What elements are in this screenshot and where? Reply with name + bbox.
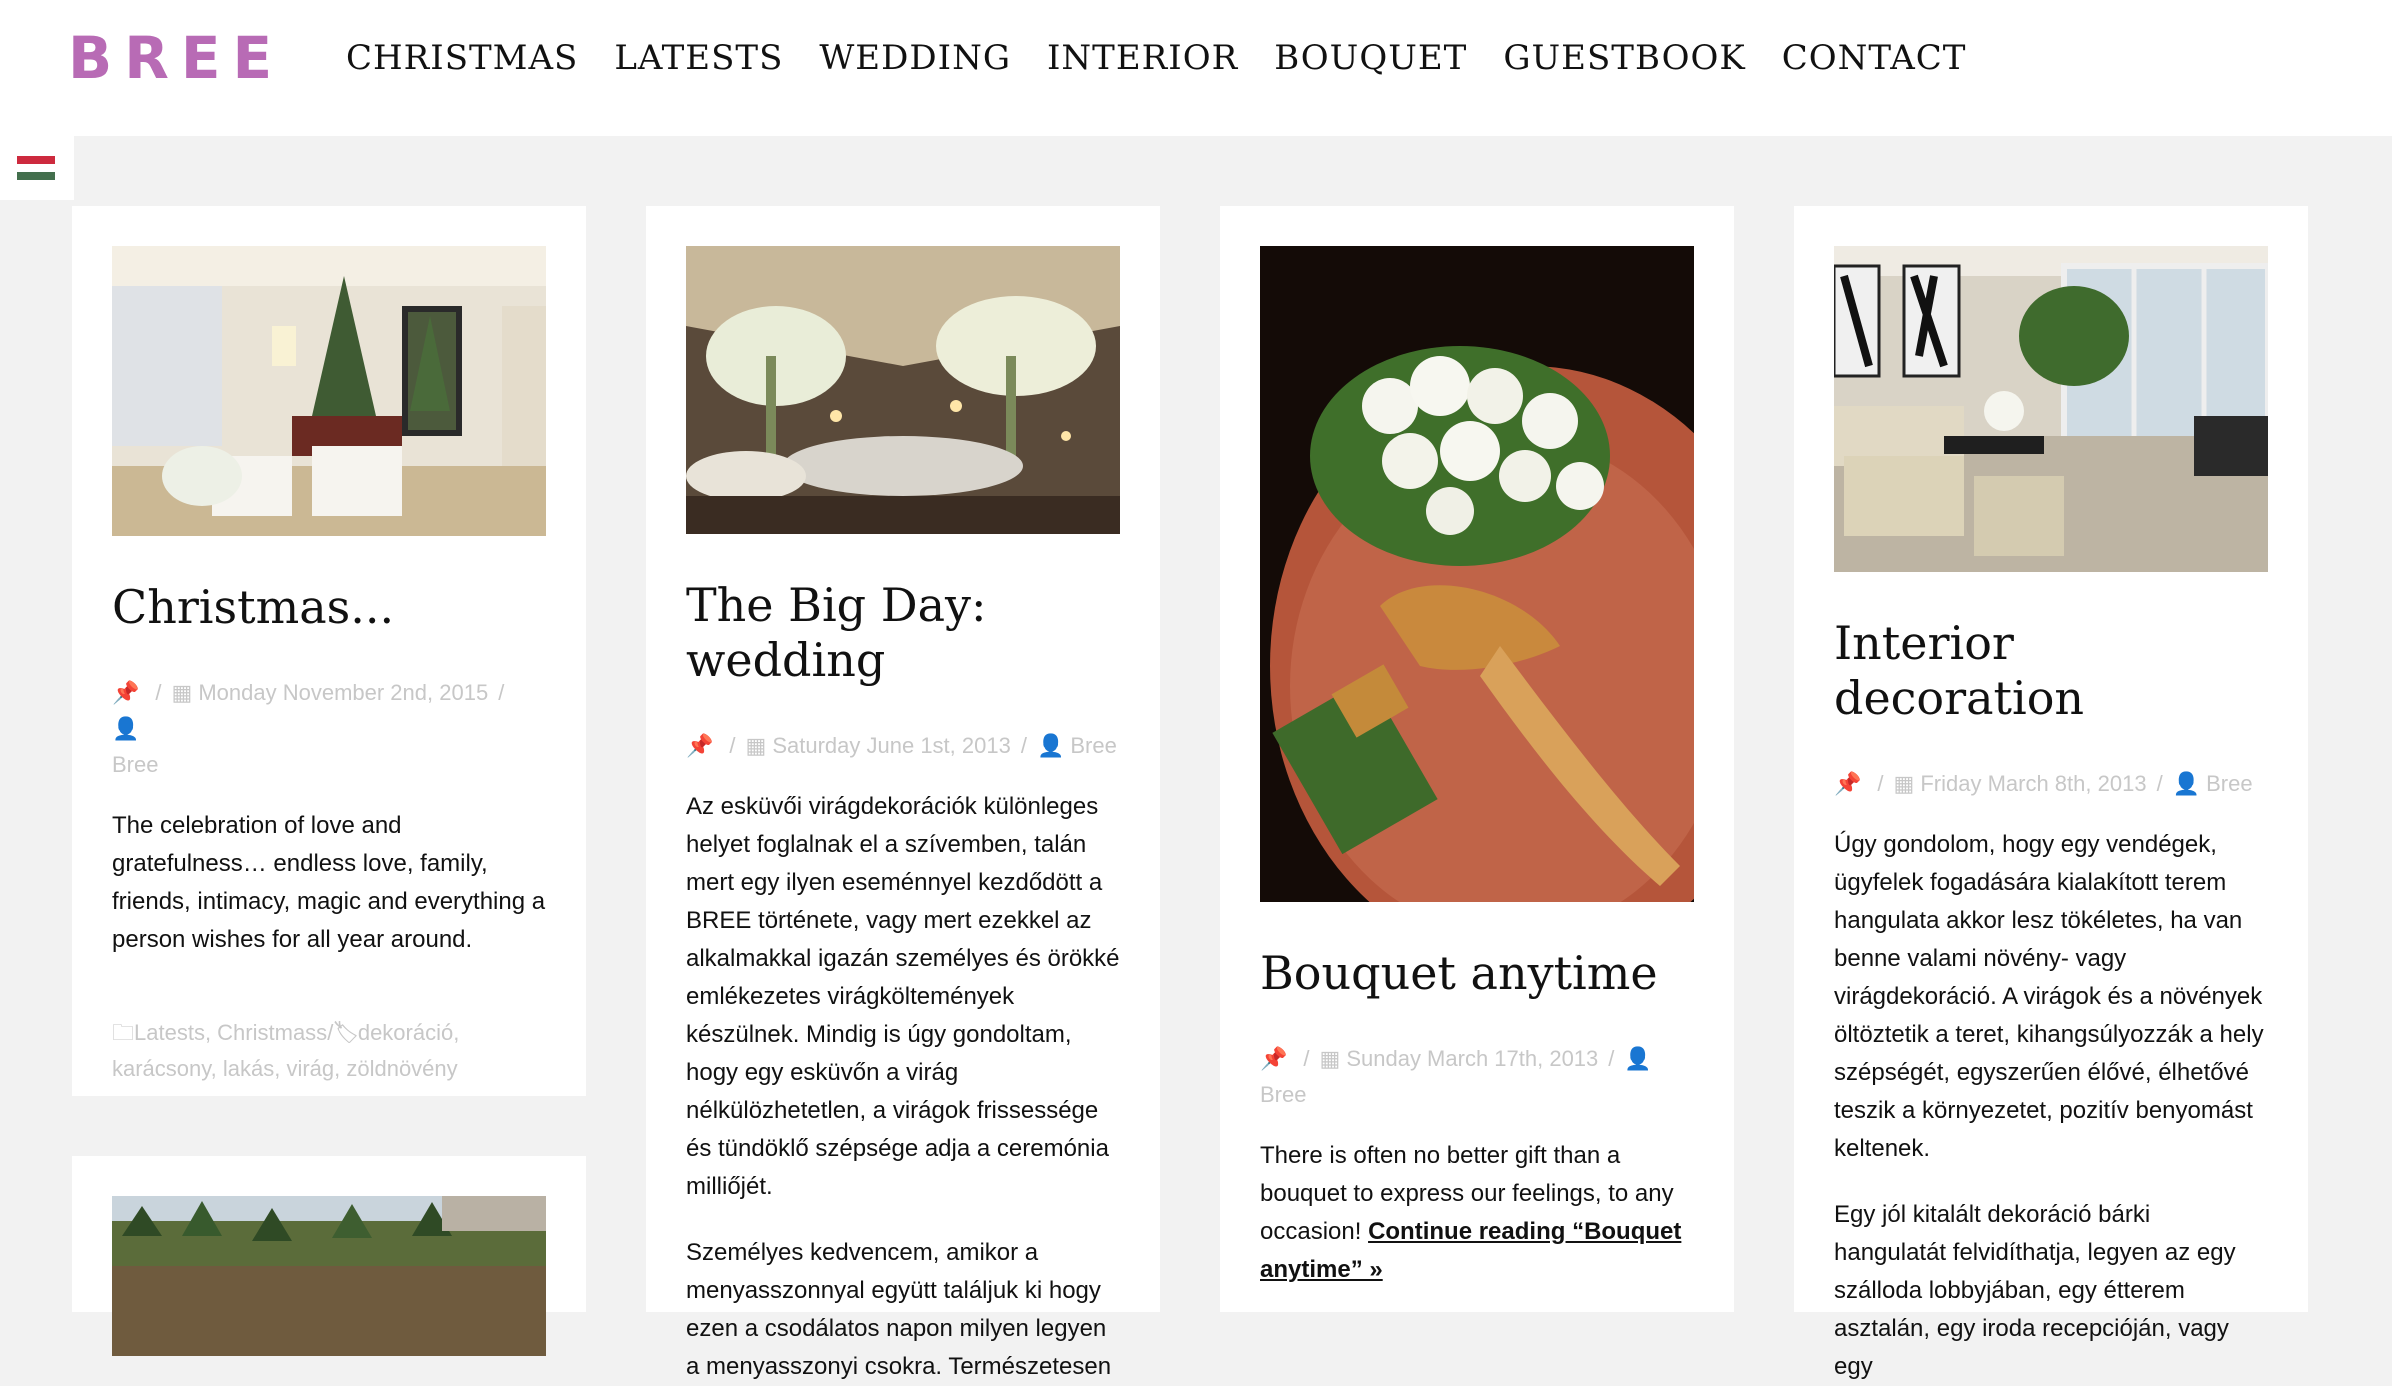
post-meta: 📌 / ▦ Saturday June 1st, 2013 / 👤 Bree: [686, 728, 1120, 764]
meta-separator: /: [729, 733, 736, 759]
nav-item-interior[interactable]: INTERIOR: [1047, 38, 1238, 78]
calendar-icon: ▦: [1319, 1046, 1341, 1072]
post-title[interactable]: Bouquet anytime: [1260, 946, 1694, 1001]
post-thumbnail-wedding[interactable]: [686, 246, 1120, 534]
hungarian-flag-icon[interactable]: [17, 156, 55, 180]
tags-icon: 🏷: [333, 1020, 358, 1046]
post-author[interactable]: Bree: [112, 752, 158, 777]
calendar-icon: ▦: [1893, 771, 1915, 797]
user-icon: 👤: [112, 716, 140, 742]
pin-icon: 📌: [112, 680, 140, 706]
pin-icon: 📌: [686, 733, 714, 759]
post-meta: 📌 / ▦ Sunday March 17th, 2013 / 👤 Bree: [1260, 1041, 1694, 1113]
user-icon: 👤: [1036, 733, 1065, 759]
post-card-garden: [72, 1156, 586, 1356]
meta-separator: /: [1877, 771, 1884, 797]
post-meta: 📌 / ▦ Monday November 2nd, 2015 / 👤 Bree: [112, 675, 546, 783]
language-switcher[interactable]: [0, 136, 74, 200]
post-thumbnail-bouquet[interactable]: [1260, 246, 1694, 902]
main-navigation: CHRISTMAS LATESTS WEDDING INTERIOR BOUQU…: [346, 38, 1966, 78]
meta-separator: /: [155, 680, 162, 706]
post-date[interactable]: Friday March 8th, 2013: [1920, 771, 2146, 796]
flag-stripe-red: [17, 156, 55, 164]
post-card-christmas: Christmas... 📌 / ▦ Monday November 2nd, 201…: [72, 206, 586, 1096]
post-author[interactable]: Bree: [2206, 771, 2252, 796]
post-categories[interactable]: Latests, Christmass: [134, 1020, 327, 1045]
post-author[interactable]: Bree: [1260, 1082, 1306, 1107]
excerpt-paragraph: Egy jól kitalált dekoráció bárki hangula…: [1834, 1201, 2236, 1381]
meta-separator: /: [1020, 733, 1027, 759]
calendar-icon: ▦: [171, 680, 193, 706]
post-title[interactable]: Christmas...: [112, 580, 546, 635]
post-thumbnail-interior[interactable]: [1834, 246, 2268, 572]
post-thumbnail-garden[interactable]: [112, 1196, 546, 1356]
excerpt-paragraph: Személyes kedvencem, amikor a menyasszon…: [686, 1239, 1112, 1381]
post-card-bouquet: Bouquet anytime 📌 / ▦ Sunday March 17th, 20…: [1220, 206, 1734, 1312]
post-thumbnail-christmas[interactable]: [112, 246, 546, 536]
excerpt-paragraph: Az esküvői virágdekorációk különleges he…: [686, 793, 1120, 1201]
post-excerpt: There is often no better gift than a bou…: [1260, 1137, 1694, 1289]
nav-item-contact[interactable]: CONTACT: [1782, 38, 1967, 78]
nav-item-latests[interactable]: LATESTS: [614, 38, 783, 78]
site-header: BREE CHRISTMAS LATESTS WEDDING INTERIOR …: [0, 0, 2392, 136]
post-meta: 📌 / ▦ Friday March 8th, 2013 / 👤 Bree: [1834, 766, 2268, 802]
nav-item-christmas[interactable]: CHRISTMAS: [346, 38, 578, 78]
post-title[interactable]: Interior decoration: [1834, 616, 2268, 726]
meta-separator: /: [1608, 1046, 1615, 1072]
post-excerpt: The celebration of love and gratefulness…: [112, 807, 546, 959]
meta-separator: /: [1303, 1046, 1310, 1072]
site-logo[interactable]: BREE: [68, 24, 284, 92]
flag-stripe-white: [17, 164, 55, 172]
pin-icon: 📌: [1834, 771, 1862, 797]
post-date[interactable]: Sunday March 17th, 2013: [1346, 1046, 1598, 1071]
flag-stripe-green: [17, 172, 55, 180]
excerpt-paragraph: Úgy gondolom, hogy egy vendégek, ügyfele…: [1834, 831, 2264, 1163]
calendar-icon: ▦: [745, 733, 767, 759]
post-excerpt: Úgy gondolom, hogy egy vendégek, ügyfele…: [1834, 826, 2268, 1386]
nav-item-guestbook[interactable]: GUESTBOOK: [1503, 38, 1745, 78]
nav-item-wedding[interactable]: WEDDING: [819, 38, 1011, 78]
excerpt-paragraph: The celebration of love and gratefulness…: [112, 812, 546, 954]
meta-separator: /: [2156, 771, 2163, 797]
excerpt-paragraph: There is often no better gift than a bou…: [1260, 1137, 1694, 1289]
post-title[interactable]: The Big Day: wedding: [686, 578, 1120, 688]
nav-item-bouquet[interactable]: BOUQUET: [1274, 38, 1467, 78]
meta-separator: /: [498, 680, 505, 706]
post-date[interactable]: Saturday June 1st, 2013: [772, 733, 1011, 758]
post-date[interactable]: Monday November 2nd, 2015: [198, 680, 488, 705]
user-icon: 👤: [2172, 771, 2201, 797]
user-icon: 👤: [1624, 1046, 1652, 1072]
post-author[interactable]: Bree: [1070, 733, 1116, 758]
post-card-wedding: The Big Day: wedding 📌 / ▦ Saturday June 1s…: [646, 206, 1160, 1380]
post-taxonomy: 🗀Latests, Christmass/🏷dekoráció, karácso…: [112, 1015, 546, 1087]
pin-icon: 📌: [1260, 1046, 1288, 1072]
post-excerpt: Az esküvői virágdekorációk különleges he…: [686, 788, 1120, 1386]
post-card-interior: Interior decoration 📌 / ▦ Friday March 8th,…: [1794, 206, 2308, 1380]
folder-icon: 🗀: [112, 1020, 135, 1046]
